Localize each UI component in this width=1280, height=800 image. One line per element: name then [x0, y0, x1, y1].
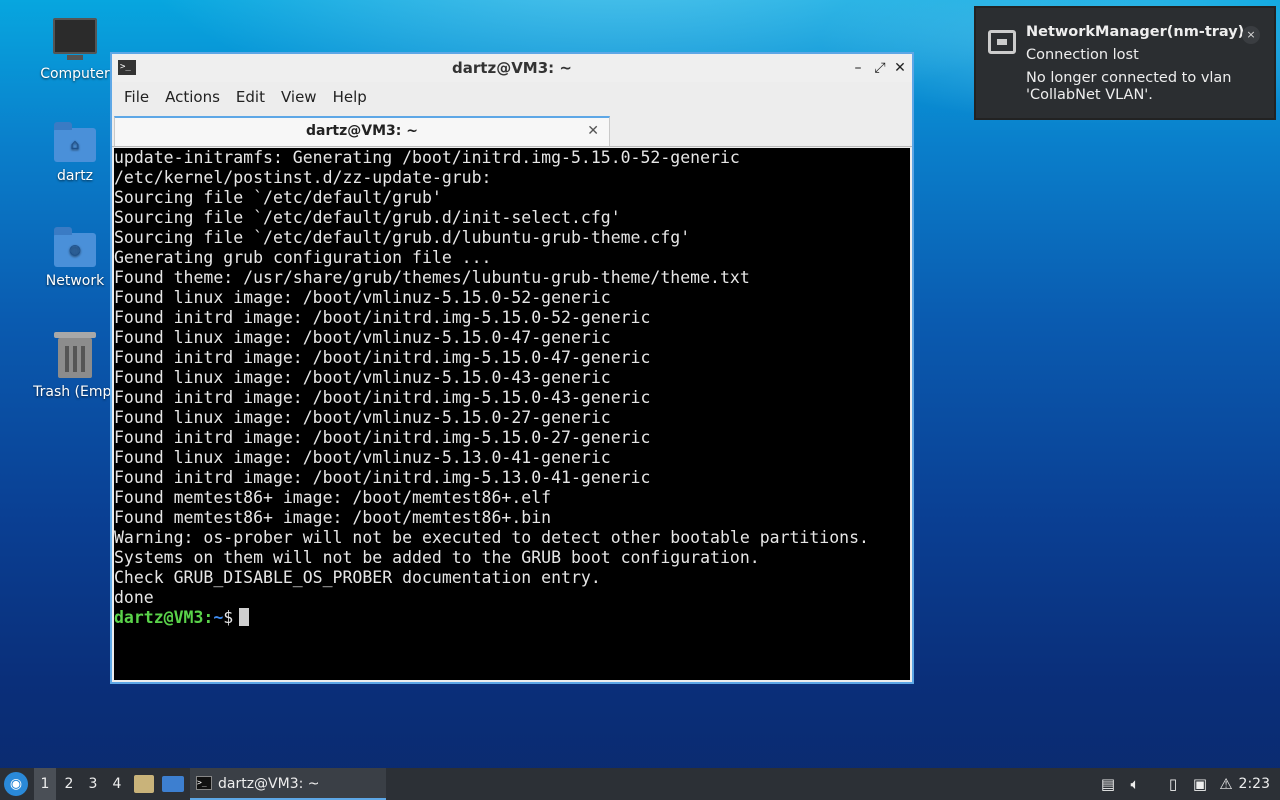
- terminal-app-icon[interactable]: >_: [118, 60, 136, 75]
- clock[interactable]: 2:23: [1239, 768, 1270, 800]
- terminal-line: Check GRUB_DISABLE_OS_PROBER documentati…: [114, 568, 601, 587]
- terminal-line: done: [114, 588, 154, 607]
- workspace-3[interactable]: 3: [82, 768, 104, 800]
- terminal-line: Found initrd image: /boot/initrd.img-5.1…: [114, 308, 651, 327]
- terminal-line: Systems on them will not be added to the…: [114, 548, 760, 567]
- terminal-output[interactable]: update-initramfs: Generating /boot/initr…: [114, 148, 910, 680]
- menu-edit[interactable]: Edit: [228, 88, 273, 106]
- terminal-line: Sourcing file `/etc/default/grub.d/lubun…: [114, 228, 691, 247]
- desktop-icon-label: Computer: [40, 66, 110, 82]
- terminal-line: Found memtest86+ image: /boot/memtest86+…: [114, 488, 552, 507]
- desktop-icon-home[interactable]: ⌂ dartz: [27, 122, 123, 184]
- tab-terminal[interactable]: dartz@VM3: ~ ✕: [114, 116, 610, 146]
- workspace-1[interactable]: 1: [34, 768, 56, 800]
- maximize-button[interactable]: ⤢: [870, 58, 890, 78]
- terminal-window: >_ dartz@VM3: ~ – ⤢ ✕ File Actions Edit …: [110, 52, 914, 684]
- terminal-line: Generating grub configuration file ...: [114, 248, 492, 267]
- desktop-icon-network[interactable]: ◍ Network: [27, 227, 123, 289]
- file-manager-launcher-icon[interactable]: [134, 775, 154, 793]
- terminal-line: Sourcing file `/etc/default/grub': [114, 188, 442, 207]
- terminal-line: Warning: os-prober will not be executed …: [114, 528, 869, 547]
- notification-popup[interactable]: NetworkManager(nm-tray) Connection lost …: [974, 6, 1276, 120]
- notification-summary: Connection lost: [1026, 47, 1139, 63]
- terminal-line: Found initrd image: /boot/initrd.img-5.1…: [114, 388, 651, 407]
- text-cursor: [239, 608, 250, 626]
- terminal-line: Found initrd image: /boot/initrd.img-5.1…: [114, 428, 651, 447]
- notification-app-name: NetworkManager(nm-tray): [1026, 24, 1245, 40]
- prompt-path: ~: [213, 608, 224, 627]
- menu-file[interactable]: File: [116, 88, 157, 106]
- terminal-line: /etc/kernel/postinst.d/zz-update-grub:: [114, 168, 492, 187]
- window-title: dartz@VM3: ~: [452, 59, 572, 77]
- taskbar-window-terminal[interactable]: >_ dartz@VM3: ~: [190, 768, 386, 800]
- tab-bar: dartz@VM3: ~ ✕: [112, 112, 912, 147]
- window-titlebar[interactable]: >_ dartz@VM3: ~ – ⤢ ✕: [112, 54, 912, 82]
- terminal-line: Found theme: /usr/share/grub/themes/lubu…: [114, 268, 750, 287]
- desktop-icon-label: Trash (Empt: [33, 384, 117, 400]
- close-button[interactable]: ✕: [890, 58, 910, 78]
- workspace-2[interactable]: 2: [58, 768, 80, 800]
- terminal-line: Found linux image: /boot/vmlinuz-5.15.0-…: [114, 368, 611, 387]
- trash-icon: [54, 332, 96, 378]
- lubuntu-start-icon[interactable]: ◉: [4, 772, 28, 796]
- terminal-task-icon: >_: [196, 776, 212, 790]
- terminal-line: Sourcing file `/etc/default/grub.d/init-…: [114, 208, 621, 227]
- terminal-line: Found linux image: /boot/vmlinuz-5.15.0-…: [114, 328, 611, 347]
- taskbar-window-label: dartz@VM3: ~: [218, 776, 320, 792]
- terminal-line: Found linux image: /boot/vmlinuz-5.15.0-…: [114, 288, 611, 307]
- desktop-icon-label: Network: [45, 273, 105, 289]
- terminal-line: update-initramfs: Generating /boot/initr…: [114, 148, 740, 167]
- desktop-icon-computer[interactable]: Computer: [27, 18, 123, 82]
- show-desktop-icon[interactable]: [162, 776, 184, 792]
- tab-label: dartz@VM3: ~: [306, 123, 418, 139]
- menubar: File Actions Edit View Help: [112, 82, 912, 112]
- menu-view[interactable]: View: [273, 88, 325, 106]
- tab-close-icon[interactable]: ✕: [587, 118, 599, 144]
- desktop-icon-label: dartz: [56, 168, 94, 184]
- terminal-line: Found initrd image: /boot/initrd.img-5.1…: [114, 348, 651, 367]
- terminal-line: Found linux image: /boot/vmlinuz-5.13.0-…: [114, 448, 611, 467]
- update-notifier-icon[interactable]: ⚠︎: [1216, 768, 1236, 800]
- terminal-line: Found initrd image: /boot/initrd.img-5.1…: [114, 468, 651, 487]
- workspace-4[interactable]: 4: [106, 768, 128, 800]
- network-folder-icon: ◍: [54, 227, 96, 267]
- terminal-line: Found linux image: /boot/vmlinuz-5.15.0-…: [114, 408, 611, 427]
- terminal-prompt-line[interactable]: dartz@VM3:~$: [114, 608, 910, 628]
- prompt-user-host: dartz@VM3:: [114, 608, 214, 627]
- taskbar: ◉ 1 2 3 4 >_ dartz@VM3: ~ ▤ 🔈︎ ▯ ▣ ⚠︎ 2:…: [0, 768, 1280, 800]
- desktop-icon-trash[interactable]: Trash (Empt: [27, 332, 123, 400]
- terminal-line: Found memtest86+ image: /boot/memtest86+…: [114, 508, 552, 527]
- prompt-symbol: $: [223, 608, 234, 627]
- notes-tray-icon[interactable]: ▯: [1163, 768, 1183, 800]
- minimize-button[interactable]: –: [848, 58, 868, 78]
- network-wired-icon: [988, 30, 1016, 54]
- notification-body: No longer connected to vlan 'CollabNet V…: [1026, 70, 1232, 103]
- notification-close-button[interactable]: ×: [1242, 26, 1260, 44]
- menu-help[interactable]: Help: [325, 88, 375, 106]
- menu-actions[interactable]: Actions: [157, 88, 228, 106]
- network-tray-icon[interactable]: ▣: [1190, 768, 1210, 800]
- computer-icon: [53, 18, 97, 60]
- home-folder-icon: ⌂: [54, 122, 96, 162]
- clipboard-tray-icon[interactable]: ▤: [1098, 768, 1118, 800]
- volume-icon[interactable]: 🔈︎: [1125, 768, 1145, 800]
